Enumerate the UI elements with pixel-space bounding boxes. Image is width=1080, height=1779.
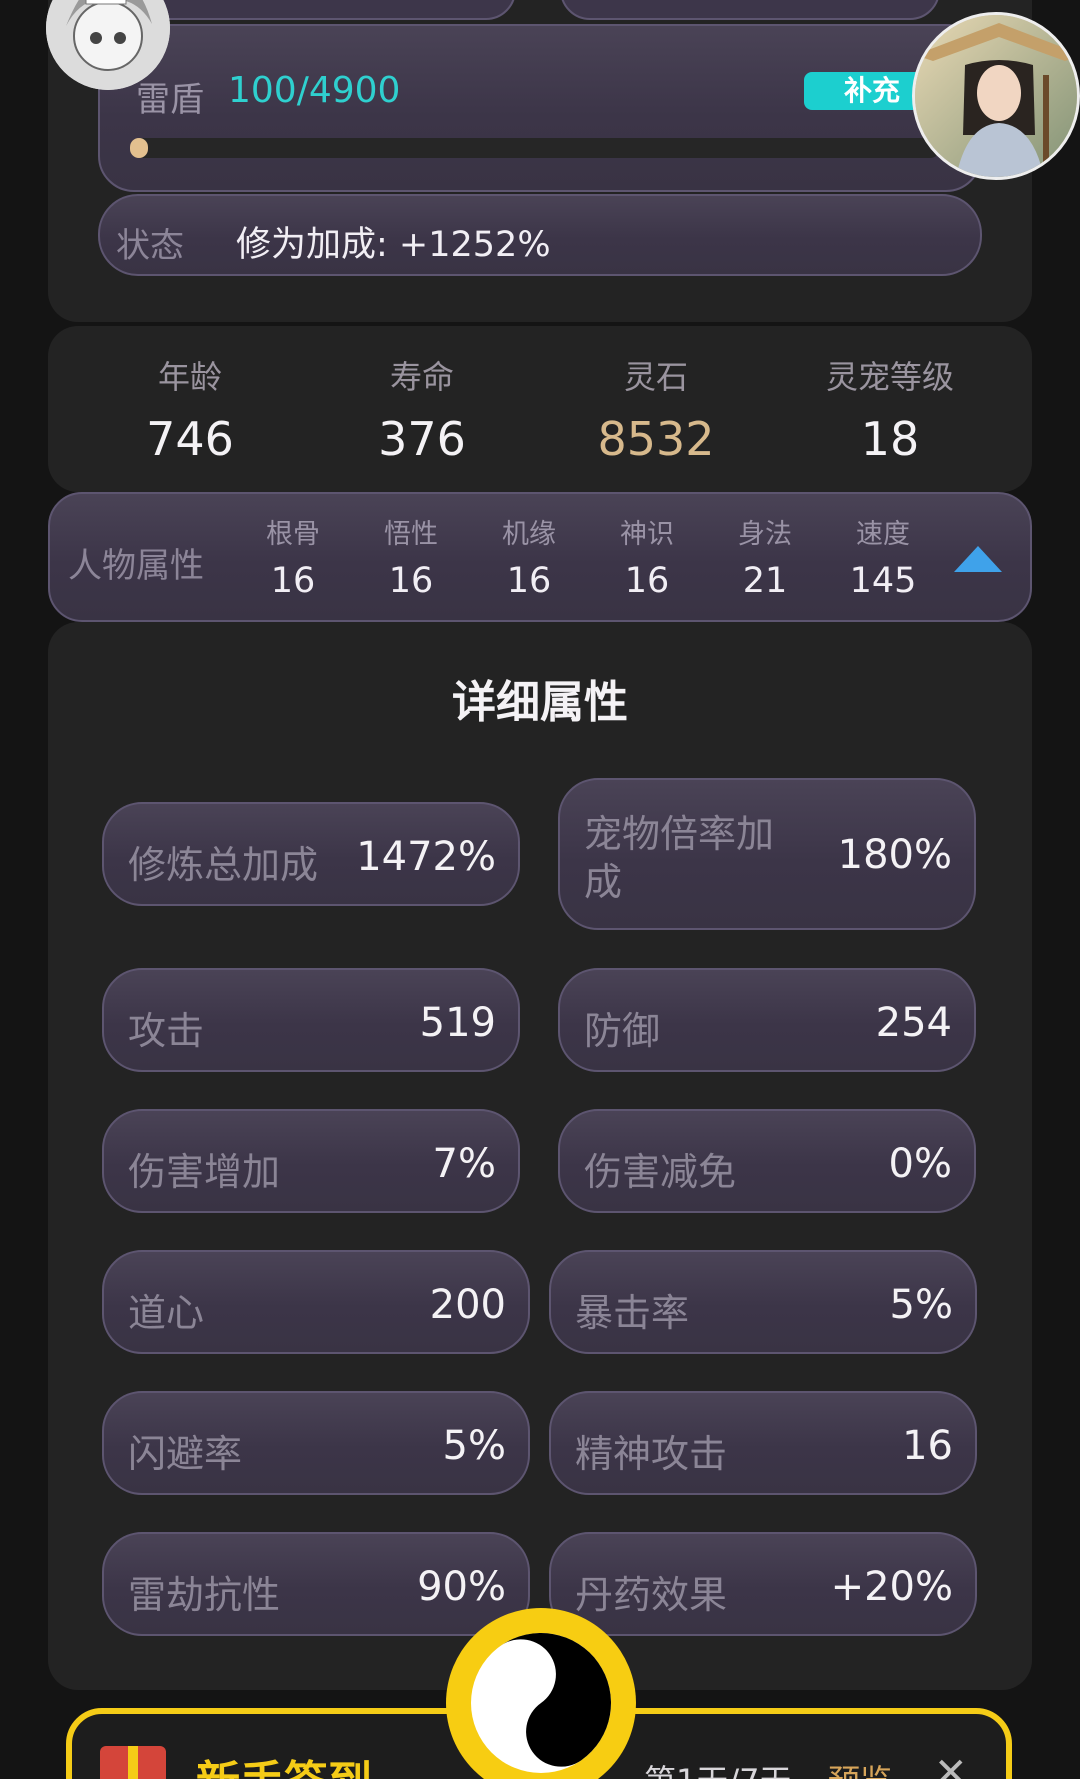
stat-value: 8532 <box>597 412 715 466</box>
detail-label: 宠物倍率加成 <box>584 812 775 904</box>
signin-title: 新手签到 <box>196 1746 372 1779</box>
detail-label: 防御 <box>584 1009 661 1053</box>
attr-value: 145 <box>849 561 917 601</box>
detail-label: 雷劫抗性 <box>128 1573 281 1617</box>
detail-label: 道心 <box>128 1291 205 1335</box>
detail-label: 攻击 <box>128 1009 205 1053</box>
partial-field-right <box>560 0 940 20</box>
stat-label: 灵石 <box>623 358 688 396</box>
attr-label: 身法 <box>738 519 792 550</box>
attr-label: 根骨 <box>266 519 320 550</box>
detail-value: 519 <box>419 1000 496 1046</box>
attr-value: 16 <box>270 561 316 601</box>
stat-value: 376 <box>378 412 466 466</box>
stat-pet-level: 灵宠等级 18 <box>790 352 990 466</box>
detail-item: 宠物倍率加成 180% <box>558 778 976 930</box>
detail-value: 1472% <box>356 834 496 880</box>
close-icon[interactable]: ✕ <box>934 1750 968 1779</box>
attr-value: 16 <box>388 561 434 601</box>
thunder-shield-value: 100/4900 <box>228 70 401 111</box>
attr-divine-sense: 神识 16 <box>592 512 702 601</box>
yin-yang-icon[interactable] <box>446 1608 636 1779</box>
attr-speed: 速度 145 <box>828 512 938 601</box>
stat-lifespan: 寿命 376 <box>322 352 522 466</box>
detail-item: 雷劫抗性 90% <box>102 1532 530 1636</box>
stat-spirit-stones: 灵石 8532 <box>556 352 756 466</box>
detail-value: 254 <box>875 1000 952 1046</box>
detail-item: 道心 200 <box>102 1250 530 1354</box>
attr-comprehension: 悟性 16 <box>356 512 466 601</box>
detailed-attributes-title: 详细属性 <box>452 677 628 728</box>
stat-age: 年龄 746 <box>90 352 290 466</box>
detail-label: 丹药效果 <box>575 1573 728 1617</box>
status-value: 修为加成: +1252% <box>236 225 551 265</box>
detail-item: 防御 254 <box>558 968 976 1072</box>
detail-value: 90% <box>417 1564 506 1610</box>
detail-label: 闪避率 <box>128 1432 243 1476</box>
detail-item: 暴击率 5% <box>549 1250 977 1354</box>
stat-label: 寿命 <box>389 358 454 396</box>
attr-root-bone: 根骨 16 <box>238 512 348 601</box>
attr-value: 21 <box>742 561 788 601</box>
detail-label: 伤害减免 <box>584 1150 737 1194</box>
detail-value: 16 <box>902 1423 953 1469</box>
stat-label: 年龄 <box>157 358 222 396</box>
attr-label: 悟性 <box>384 519 438 550</box>
detail-label: 修炼总加成 <box>128 843 319 887</box>
detail-item: 丹药效果 +20% <box>549 1532 977 1636</box>
companion-avatar[interactable] <box>912 12 1080 180</box>
attr-label: 速度 <box>856 519 910 550</box>
detail-value: 5% <box>442 1423 506 1469</box>
detail-value: 200 <box>429 1282 506 1328</box>
partial-field-left <box>110 0 516 20</box>
attr-value: 16 <box>506 561 552 601</box>
thunder-shield-progress-fill <box>130 138 148 158</box>
detail-item: 精神攻击 16 <box>549 1391 977 1495</box>
thunder-shield-progress <box>130 138 940 158</box>
detail-value: 7% <box>432 1141 496 1187</box>
attr-value: 16 <box>624 561 670 601</box>
status-label: 状态 <box>116 226 184 266</box>
character-attributes-title: 人物属性 <box>68 546 204 586</box>
detail-value: 180% <box>837 832 952 878</box>
attr-label: 神识 <box>620 519 674 550</box>
signin-preview-link[interactable]: 预览 <box>828 1756 892 1779</box>
detail-value: 5% <box>889 1282 953 1328</box>
gift-icon <box>100 1746 166 1779</box>
detail-item: 伤害增加 7% <box>102 1109 520 1213</box>
stat-label: 灵宠等级 <box>825 358 954 396</box>
detail-item: 攻击 519 <box>102 968 520 1072</box>
detail-value: +20% <box>830 1564 953 1610</box>
detail-item: 闪避率 5% <box>102 1391 530 1495</box>
triangle-up-icon[interactable] <box>954 546 1002 572</box>
detail-label: 暴击率 <box>575 1291 690 1335</box>
attr-fortune: 机缘 16 <box>474 512 584 601</box>
thunder-shield-label: 雷盾 <box>136 80 204 120</box>
attr-label: 机缘 <box>502 519 556 550</box>
detail-item: 伤害减免 0% <box>558 1109 976 1213</box>
detail-value: 0% <box>888 1141 952 1187</box>
attr-agility: 身法 21 <box>710 512 820 601</box>
stat-value: 18 <box>860 412 920 466</box>
detail-item: 修炼总加成 1472% <box>102 802 520 906</box>
stat-value: 746 <box>146 412 234 466</box>
signin-progress: 第1天/7天 <box>644 1756 792 1779</box>
detail-label: 伤害增加 <box>128 1150 281 1194</box>
detail-label: 精神攻击 <box>575 1432 728 1476</box>
